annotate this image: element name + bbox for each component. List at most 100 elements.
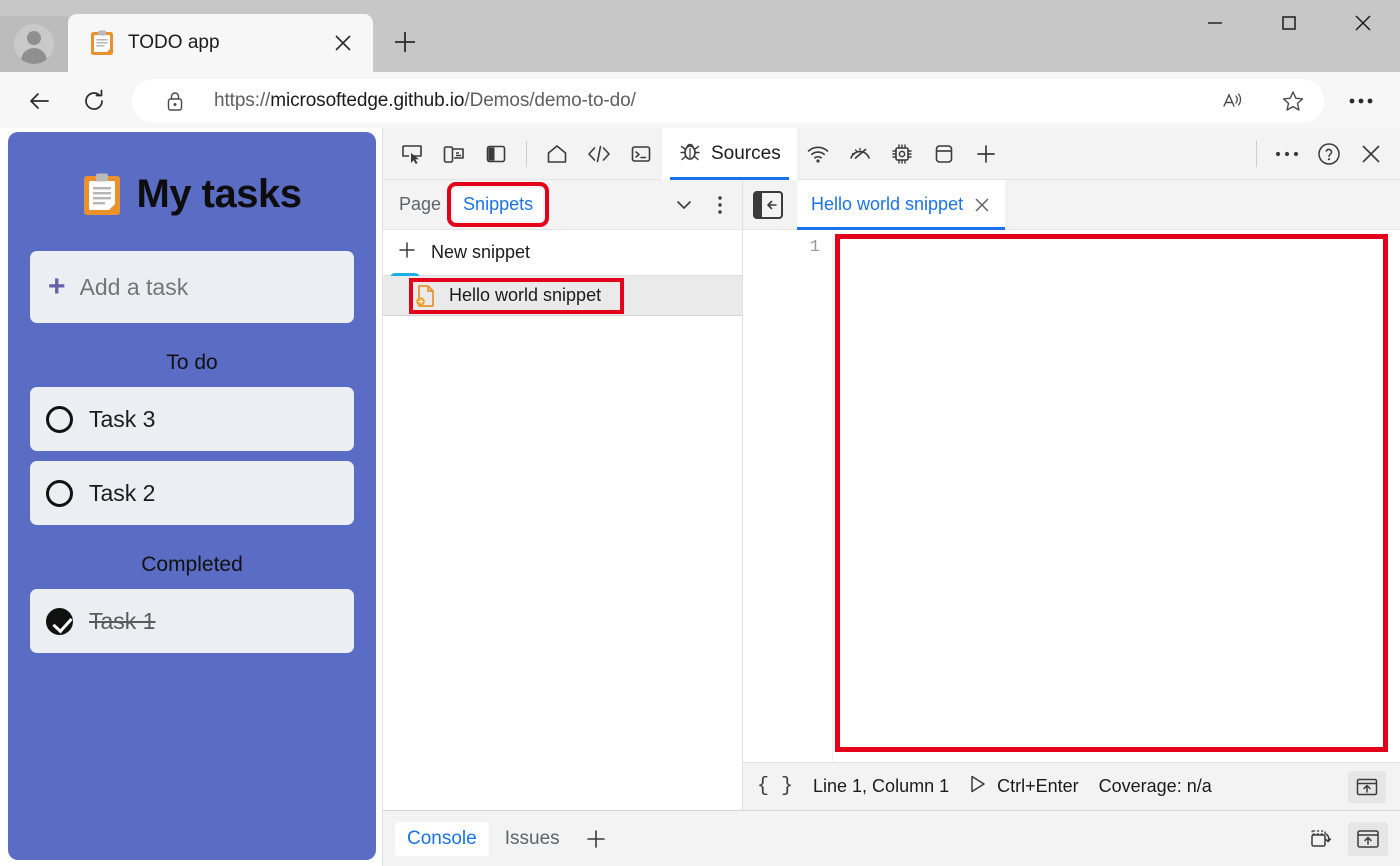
collapse-navigator-icon[interactable] [753,190,783,219]
task-row[interactable]: Task 1 [30,589,354,653]
editor-gutter: 1 [743,230,833,762]
editor-statusbar: { } Line 1, Column 1 Ctrl+Enter Coverage… [743,762,1400,810]
snippet-list-item[interactable]: Hello world snippet [383,276,742,316]
nav-tab-page[interactable]: Page [389,188,451,221]
reload-icon[interactable] [70,79,118,123]
curly-braces-icon[interactable]: { } [757,775,793,798]
clipboard-icon [83,173,121,217]
url-host: microsoftedge.github.io [270,90,465,111]
url-text[interactable]: https://microsoftedge.github.io/Demos/de… [214,90,1194,112]
toolbar-divider [1256,140,1257,167]
wifi-icon[interactable] [797,134,839,174]
lock-icon [154,83,196,119]
close-drawer-icon[interactable] [1348,821,1388,856]
editor-tabstrip: Hello world snippet [743,179,1400,230]
drawer-tab-issues[interactable]: Issues [493,822,572,856]
chevron-down-icon[interactable] [668,189,700,221]
show-drawer-icon[interactable] [1348,770,1386,803]
task-row[interactable]: Task 3 [30,387,354,451]
more-panels-plus-icon[interactable] [965,134,1007,174]
console-icon[interactable] [620,134,662,174]
close-devtools-icon[interactable] [1350,134,1392,174]
devtools-toolbar-right [1247,134,1400,174]
avatar [14,24,54,64]
task-label: Task 3 [89,405,156,432]
section-label-completed: Completed [141,553,243,576]
editor-tab-hello-world-snippet[interactable]: Hello world snippet [797,179,1006,230]
close-icon[interactable] [973,196,991,214]
maximize-button[interactable] [1252,0,1326,46]
task-label: Task 2 [89,479,156,506]
home-icon[interactable] [536,134,578,174]
url-bar[interactable]: https://microsoftedge.github.io/Demos/de… [132,79,1324,123]
browser-tab-title: TODO app [128,32,220,53]
back-arrow-icon[interactable] [16,79,64,123]
devtools-toolbar: Sources [383,127,1400,180]
gauge-icon[interactable] [839,134,881,174]
browser-window: TODO app https://microsoftedge.github.io… [0,0,1400,866]
task-row[interactable]: Task 2 [30,461,354,525]
task-checkbox[interactable] [46,479,73,507]
task-checkbox-checked[interactable] [46,607,73,635]
line-number: 1 [809,238,820,257]
new-snippet-label: New snippet [431,242,531,262]
ellipsis-icon[interactable] [1338,79,1384,123]
editor-pane: Hello world snippet 1 {} Line 1, Column… [743,179,1400,810]
editor-area: 1 [743,230,1400,762]
storage-icon[interactable] [923,134,965,174]
bug-icon [678,139,702,168]
navigator-tabstrip-actions [668,189,736,221]
drawer-tab-console[interactable]: Console [395,821,489,856]
nav-tab-snippets[interactable]: Snippets [447,182,550,227]
browser-tab[interactable]: TODO app [68,14,373,72]
todo-panel: My tasks + To do Task 3 [8,132,420,860]
task-label: Task 1 [89,607,156,634]
drawer-actions [1302,821,1388,856]
todo-app: My tasks + To do Task 3 [0,128,420,866]
dock-side-icon[interactable] [475,134,517,174]
inspect-icon[interactable] [391,134,433,174]
plus-icon [397,240,417,265]
plus-icon [392,29,418,60]
devtools-drawer: Console Issues [383,810,1400,866]
clipboard-icon [90,30,114,56]
url-scheme: https:// [214,90,271,111]
task-checkbox[interactable] [46,405,73,433]
add-drawer-tab-plus-icon[interactable] [576,822,616,856]
editor-statusbar-right [1348,770,1386,803]
devtools-body: Page Snippets New snippet Hello world sn… [383,179,1400,810]
chip-icon[interactable] [881,134,923,174]
add-task-row[interactable]: + [30,251,420,323]
read-aloud-icon[interactable] [1212,83,1254,119]
snippet-name: Hello world snippet [449,285,602,305]
navigator-pane: Page Snippets New snippet Hello world sn… [383,180,743,810]
navigator-tabstrip: Page Snippets [383,180,742,230]
section-todo: To do Task 3 Task 2 [30,351,354,525]
profile-button[interactable] [0,16,68,72]
devtools: Sources Page Snippets New snippet Hello … [382,127,1400,866]
new-snippet-button[interactable]: New snippet [383,230,742,276]
highlight-box-editor [835,234,1388,752]
add-task-input[interactable] [79,273,376,301]
code-icon[interactable] [578,134,620,174]
tab-sources[interactable]: Sources [662,127,797,180]
todo-header: My tasks [30,172,354,217]
star-icon[interactable] [1272,83,1314,119]
ellipsis-icon[interactable] [1266,134,1308,174]
new-tab-button[interactable] [387,26,423,62]
code-editor[interactable] [833,230,1400,762]
kebab-menu-icon[interactable] [704,189,736,221]
restore-drawer-icon[interactable] [1302,822,1342,856]
coverage-label: Coverage: n/a [1098,776,1212,796]
close-icon[interactable] [325,25,361,61]
browser-navbar: https://microsoftedge.github.io/Demos/de… [0,72,1400,130]
device-toggle-icon[interactable] [433,134,475,174]
play-icon [969,774,987,799]
editor-tab-label: Hello world snippet [811,194,964,214]
question-circle-icon[interactable] [1308,134,1350,174]
close-window-button[interactable] [1326,0,1400,46]
tab-sources-label: Sources [711,142,781,164]
minimize-button[interactable] [1178,0,1252,46]
run-snippet-button[interactable]: Ctrl+Enter [969,774,1079,799]
